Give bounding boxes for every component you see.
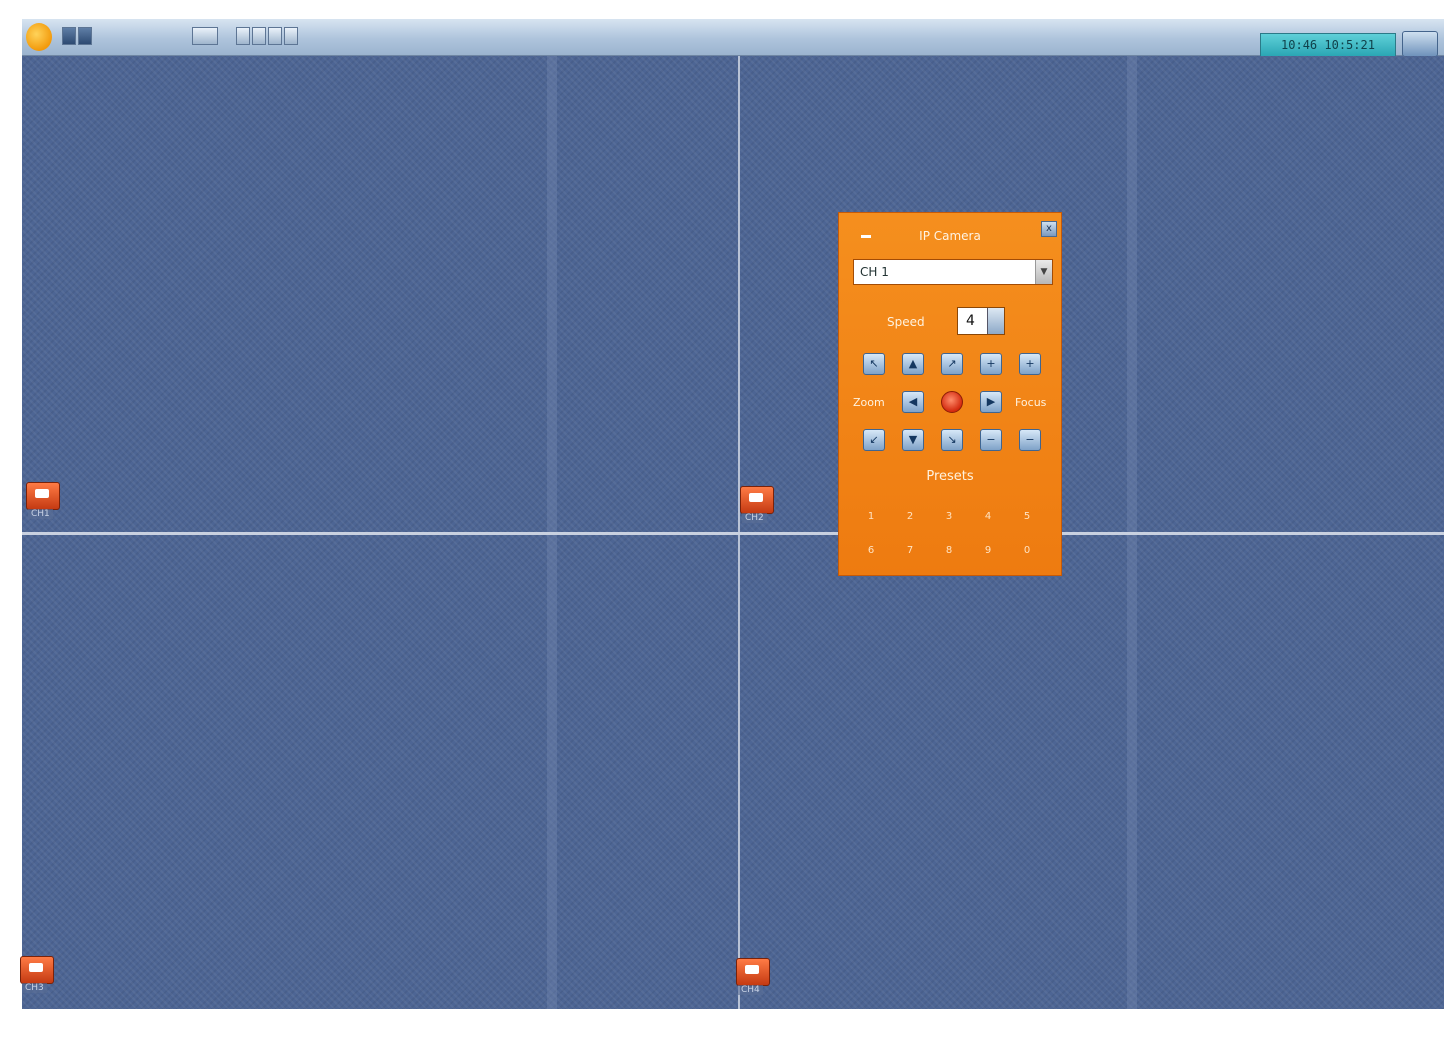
spin-arrows-icon[interactable]: [987, 308, 1004, 334]
ptz-down-button[interactable]: ▼: [902, 429, 924, 451]
focus-label: Focus: [1015, 396, 1047, 409]
camera-offline-icon: [20, 956, 54, 984]
camera-select-value: CH 1: [860, 265, 889, 279]
zoom-label: Zoom: [853, 396, 885, 409]
top-toolbar: 10:46 10:5:21: [22, 19, 1444, 57]
preset-button[interactable]: 7: [902, 543, 918, 559]
close-button[interactable]: x: [1041, 221, 1057, 237]
preset-button[interactable]: 4: [980, 509, 996, 525]
preset-button[interactable]: 6: [863, 543, 879, 559]
fullscreen-button[interactable]: [192, 27, 218, 45]
network-status-icon[interactable]: [1402, 31, 1438, 57]
speed-stepper[interactable]: 4: [957, 307, 1005, 335]
camera-offline-icon: [740, 486, 774, 514]
record-button[interactable]: [236, 27, 250, 45]
preset-button[interactable]: 2: [902, 509, 918, 525]
preset-button[interactable]: 3: [941, 509, 957, 525]
panel-title: IP Camera: [919, 229, 981, 243]
clock-display: 10:46 10:5:21: [1260, 33, 1396, 57]
camera-offline-icon: [736, 958, 770, 986]
preset-button[interactable]: 9: [980, 543, 996, 559]
ptz-up-button[interactable]: ▲: [902, 353, 924, 375]
presets-label: Presets: [926, 469, 974, 484]
ptz-up-left-button[interactable]: ↖: [863, 353, 885, 375]
logo-icon: [26, 23, 52, 51]
layout-single-icon[interactable]: [62, 27, 76, 45]
speed-label: Speed: [887, 315, 925, 329]
ptz-left-button[interactable]: ◀: [902, 391, 924, 413]
playback-button[interactable]: [252, 27, 266, 45]
tile-label: CH3: [22, 983, 47, 993]
ptz-down-right-button[interactable]: ↘: [941, 429, 963, 451]
grid-divider-horizontal: [22, 532, 1444, 535]
ptz-down-left-button[interactable]: ↙: [863, 429, 885, 451]
video-tile-4[interactable]: CH4: [736, 958, 854, 1048]
ptz-up-right-button[interactable]: ↗: [941, 353, 963, 375]
speed-value: 4: [966, 313, 975, 329]
snapshot-button[interactable]: [268, 27, 282, 45]
ptz-right-button[interactable]: ▶: [980, 391, 1002, 413]
ptz-stop-button[interactable]: [941, 391, 963, 413]
camera-select[interactable]: CH 1 ▼: [853, 259, 1053, 285]
preset-button[interactable]: 0: [1019, 543, 1035, 559]
video-grid: CH1 CH2 CH3 CH4: [20, 56, 1444, 1009]
video-tile-1[interactable]: CH1: [26, 482, 144, 572]
zoom-in-button[interactable]: +: [980, 353, 1002, 375]
ptz-control-panel: IP Camera x CH 1 ▼ Speed 4 ↖ ▲ ↗ + + Zoo…: [838, 212, 1062, 576]
settings-button[interactable]: [284, 27, 298, 45]
layout-quad-icon[interactable]: [78, 27, 92, 45]
focus-near-button[interactable]: +: [1019, 353, 1041, 375]
preset-button[interactable]: 8: [941, 543, 957, 559]
preset-button[interactable]: 5: [1019, 509, 1035, 525]
preset-button[interactable]: 1: [863, 509, 879, 525]
tile-label: CH4: [738, 985, 763, 995]
chevron-down-icon[interactable]: ▼: [1035, 260, 1052, 284]
zoom-out-button[interactable]: −: [980, 429, 1002, 451]
focus-far-button[interactable]: −: [1019, 429, 1041, 451]
tile-label: CH1: [28, 509, 53, 519]
video-tile-3[interactable]: CH3: [20, 956, 138, 1046]
tile-label: CH2: [742, 513, 767, 523]
camera-offline-icon: [26, 482, 60, 510]
